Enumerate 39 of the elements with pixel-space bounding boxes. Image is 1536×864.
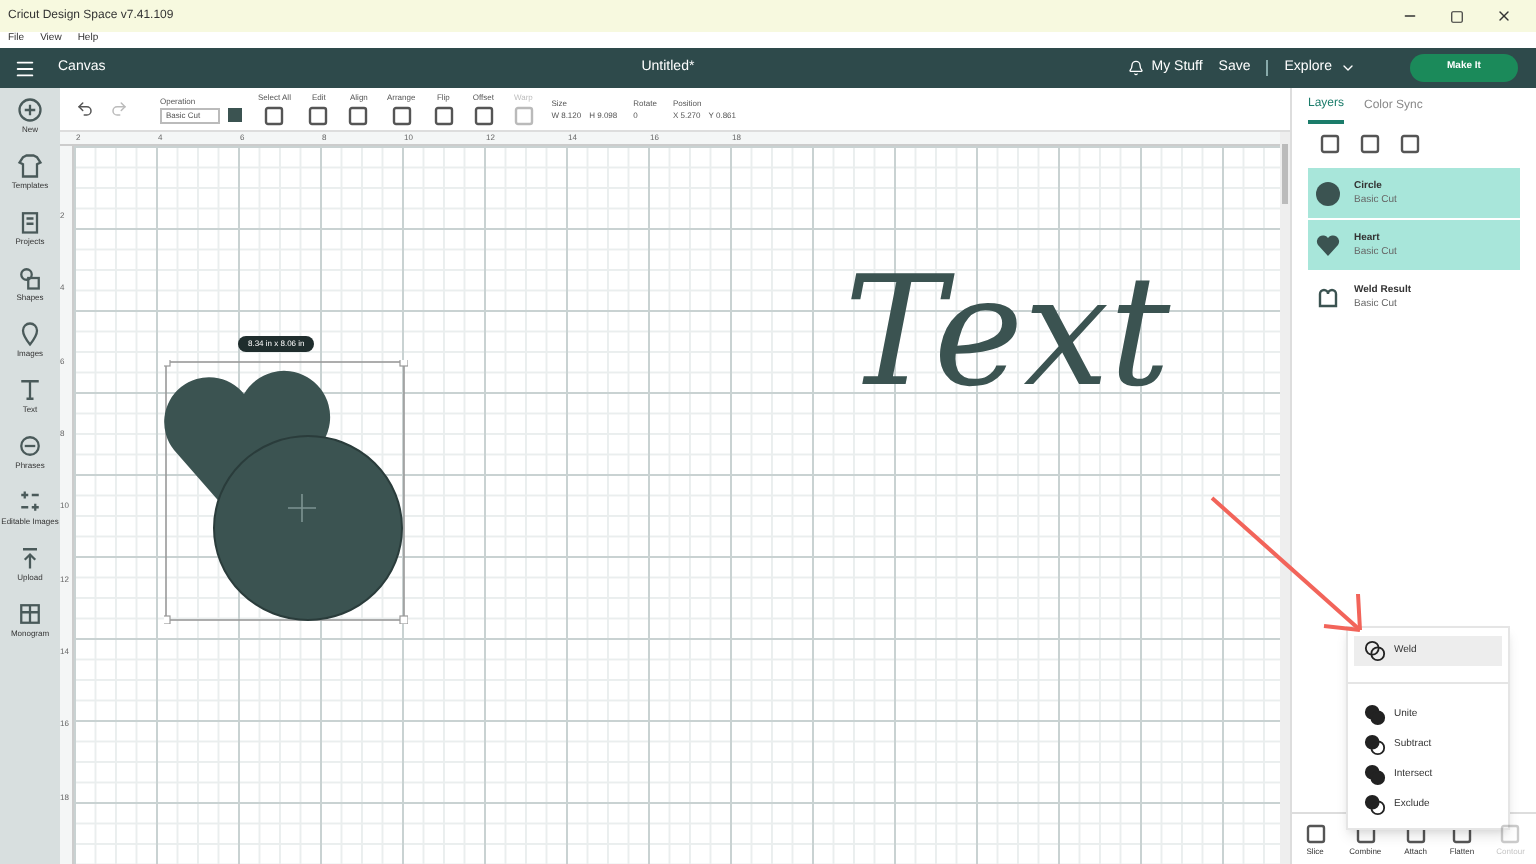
sidebar-icon xyxy=(16,264,44,292)
shapes-drawing[interactable] xyxy=(164,360,408,624)
tool-icon xyxy=(306,103,331,127)
undo-icon[interactable] xyxy=(76,100,94,118)
close-icon[interactable] xyxy=(1496,8,1512,24)
tool-icon xyxy=(511,103,536,127)
tool-icon xyxy=(1303,821,1328,845)
sidebar-icon xyxy=(16,376,44,404)
sidebar-icon xyxy=(16,96,44,124)
tool-icon xyxy=(471,103,496,127)
shape-combine-icon xyxy=(1364,794,1386,816)
sidebar-icon xyxy=(16,208,44,236)
tool-icon xyxy=(431,103,456,127)
menu-icon[interactable] xyxy=(14,57,36,79)
tool-icon xyxy=(1498,821,1523,845)
shape-combine-icon xyxy=(1364,734,1386,756)
sidebar-icon xyxy=(16,432,44,460)
sidebar-icon xyxy=(16,600,44,628)
shape-combine-icon xyxy=(1364,640,1386,662)
notification-icon[interactable] xyxy=(1127,60,1144,76)
chevron-down-icon xyxy=(1340,60,1356,76)
tool-icon xyxy=(1398,132,1422,156)
tool-icon xyxy=(1318,132,1342,156)
maximize-icon[interactable] xyxy=(1450,9,1464,23)
tool-icon xyxy=(262,103,287,127)
scrollbar-thumb[interactable] xyxy=(1282,144,1288,204)
shape-combine-icon xyxy=(1364,704,1386,726)
heart-icon xyxy=(1316,234,1340,256)
text-object[interactable]: Text xyxy=(844,256,1171,408)
sidebar-icon xyxy=(16,152,44,180)
circle-icon xyxy=(1316,181,1340,205)
tool-icon xyxy=(389,103,414,127)
sidebar-icon xyxy=(16,320,44,348)
color-swatch[interactable] xyxy=(228,108,242,122)
shape-combine-icon xyxy=(1364,764,1386,786)
weld-shape-icon xyxy=(1316,285,1340,309)
sidebar-icon xyxy=(16,488,44,516)
tool-icon xyxy=(346,103,371,127)
tool-icon xyxy=(1358,132,1382,156)
